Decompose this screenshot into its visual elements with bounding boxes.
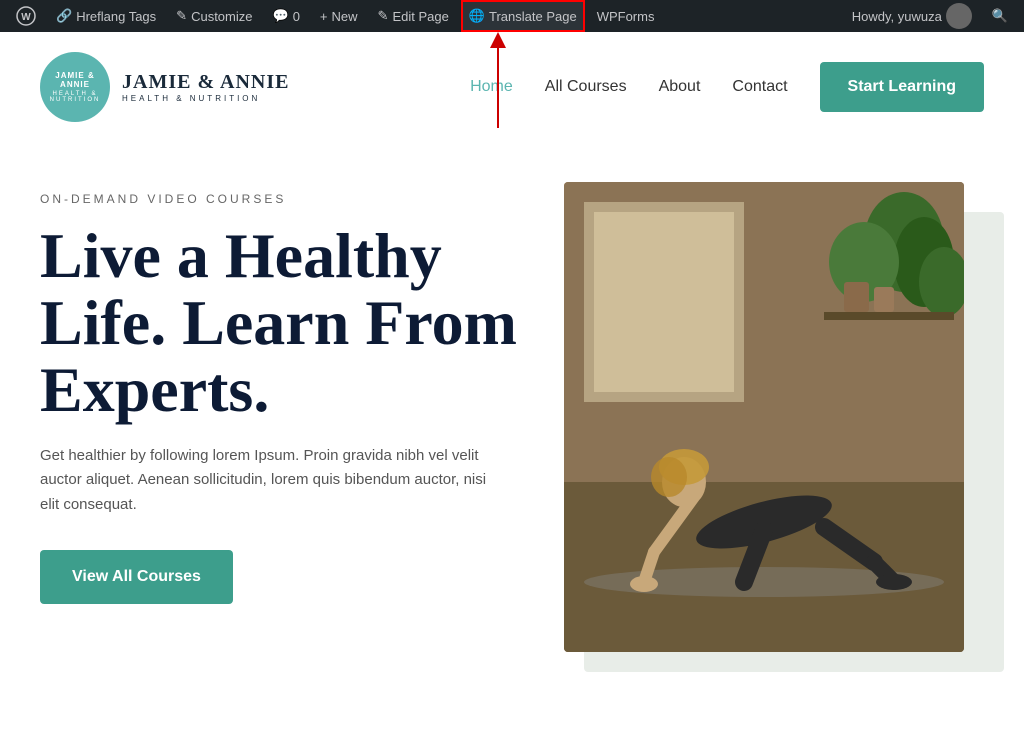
admin-bar-right: Howdy, yuwuza 🔍	[844, 0, 1016, 32]
site-logo: JAMIE & ANNIE HEALTH & NUTRITION JAMIE &…	[40, 52, 289, 122]
customize-icon: ✎	[176, 8, 187, 24]
search-icon: 🔍	[992, 8, 1008, 24]
hero-image-photo	[564, 182, 964, 652]
svg-text:W: W	[21, 12, 31, 23]
wpforms-button[interactable]: WPForms	[589, 0, 663, 32]
hero-label: ON-DEMAND VIDEO COURSES	[40, 192, 524, 206]
view-all-courses-button[interactable]: View All Courses	[40, 550, 233, 604]
logo-name: JAMIE & ANNIE	[122, 71, 289, 94]
logo-subtext: HEALTH & NUTRITION	[122, 94, 289, 103]
yoga-image	[564, 182, 964, 652]
site-header: JAMIE & ANNIE HEALTH & NUTRITION JAMIE &…	[0, 32, 1024, 142]
hero-image-block	[564, 182, 984, 672]
comments-icon: 💬	[273, 8, 289, 24]
comments-button[interactable]: 💬 0	[265, 0, 308, 32]
hero-title: Live a Healthy Life. Learn From Experts.	[40, 222, 524, 424]
translate-icon: 🌐	[469, 8, 485, 24]
nav-contact[interactable]: Contact	[732, 78, 787, 96]
edit-icon: ✎	[378, 8, 389, 24]
admin-bar: W 🔗 Hreflang Tags ✎ Customize 💬 0 + New …	[0, 0, 1024, 32]
hero-content: ON-DEMAND VIDEO COURSES Live a Healthy L…	[40, 182, 524, 604]
site-nav: Home All Courses About Contact Start Lea…	[470, 62, 984, 112]
new-button[interactable]: + New	[312, 0, 366, 32]
logo-circle: JAMIE & ANNIE HEALTH & NUTRITION	[40, 52, 110, 122]
howdy-user[interactable]: Howdy, yuwuza	[844, 0, 980, 32]
hero-description: Get healthier by following lorem Ipsum. …	[40, 444, 500, 518]
hreflang-icon: 🔗	[56, 8, 72, 24]
search-button[interactable]: 🔍	[984, 0, 1016, 32]
translate-page-button[interactable]: 🌐 Translate Page	[461, 0, 585, 32]
hero-section: ON-DEMAND VIDEO COURSES Live a Healthy L…	[0, 142, 1024, 672]
hreflang-tags-button[interactable]: 🔗 Hreflang Tags	[48, 0, 164, 32]
logo-text-block: JAMIE & ANNIE HEALTH & NUTRITION	[122, 71, 289, 103]
plus-icon: +	[320, 9, 328, 24]
start-learning-button[interactable]: Start Learning	[820, 62, 984, 112]
user-avatar	[946, 3, 972, 29]
nav-home[interactable]: Home	[470, 78, 513, 96]
logo-circle-text: JAMIE & ANNIE HEALTH & NUTRITION	[40, 71, 110, 103]
nav-about[interactable]: About	[659, 78, 701, 96]
edit-page-button[interactable]: ✎ Edit Page	[370, 0, 457, 32]
wp-logo-button[interactable]: W	[8, 0, 44, 32]
customize-button[interactable]: ✎ Customize	[168, 0, 260, 32]
nav-all-courses[interactable]: All Courses	[545, 78, 627, 96]
